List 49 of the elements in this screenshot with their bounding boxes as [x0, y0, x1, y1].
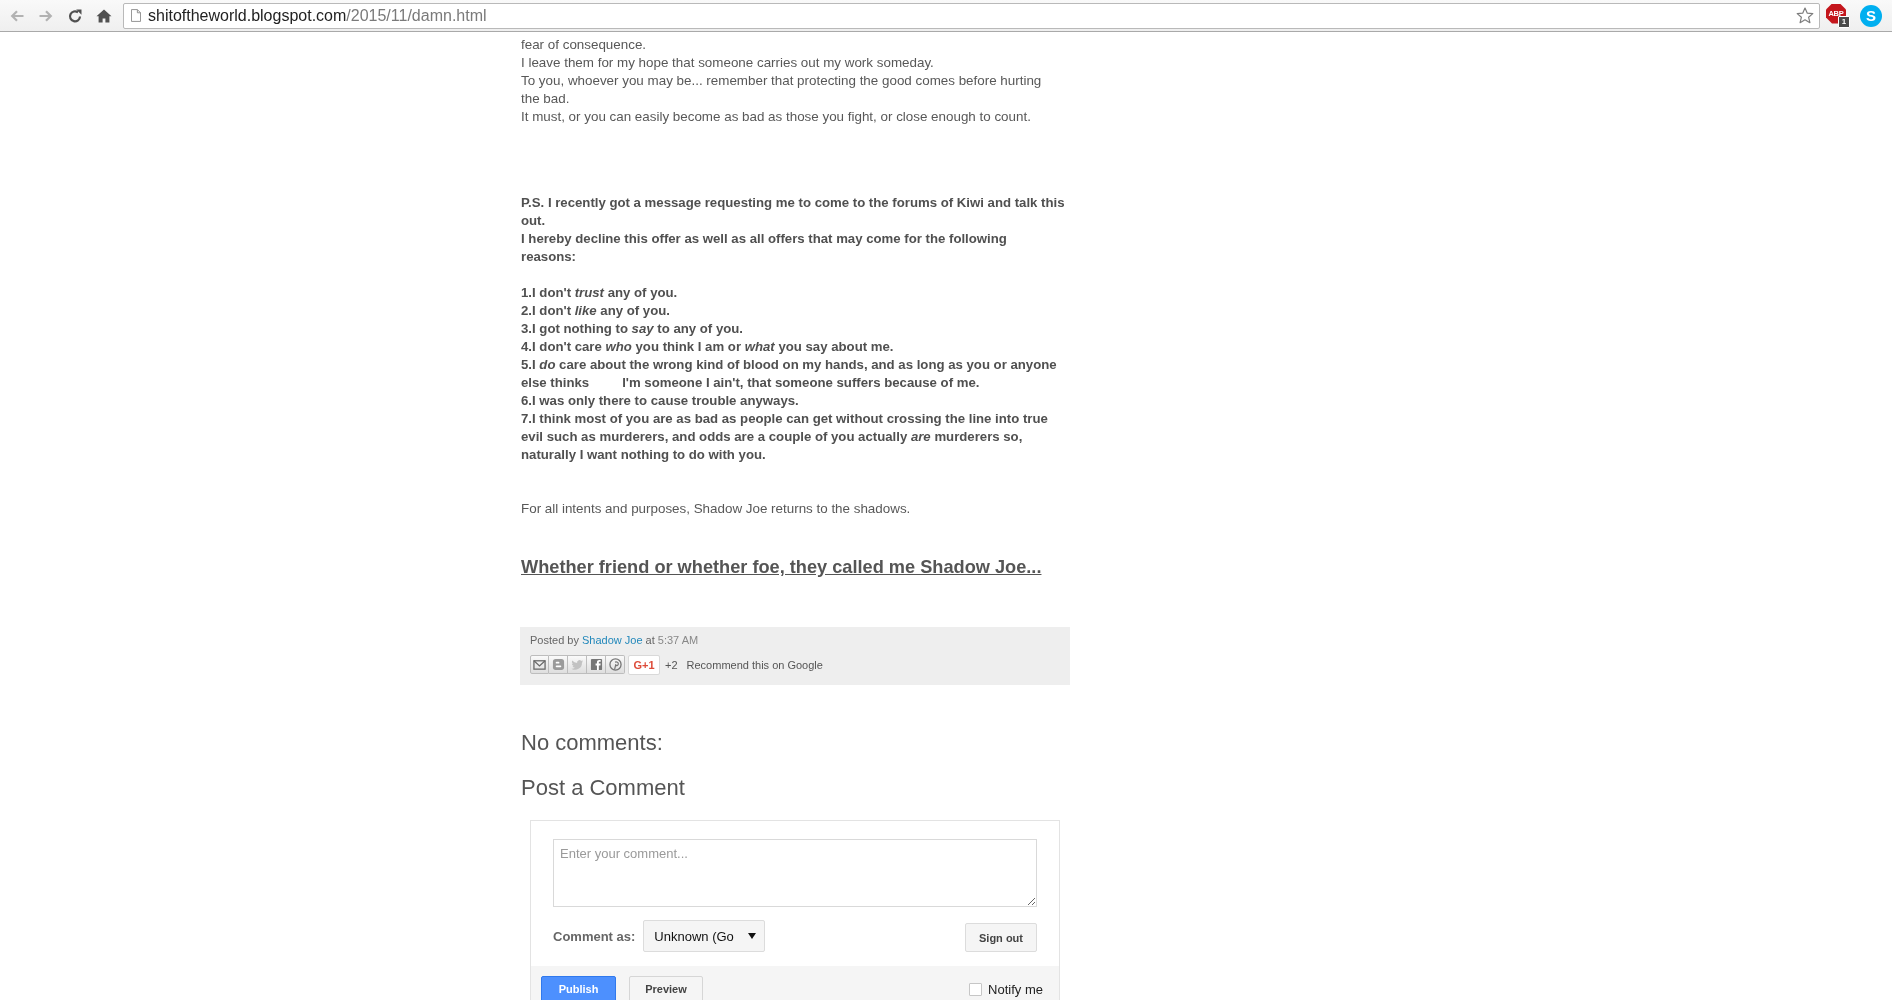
f-logo-icon: [589, 658, 603, 671]
plus-one-count: +2: [665, 657, 678, 672]
house-icon: [96, 8, 112, 23]
identity-dropdown[interactable]: Unknown (Go: [643, 920, 766, 952]
post-title-link[interactable]: Whether friend or whether foe, they called me Shadow Joe...: [521, 557, 1042, 577]
envelope-icon: [533, 658, 546, 671]
comment-field[interactable]: Enter your comment...: [553, 839, 1037, 907]
caret-icon: [748, 933, 757, 939]
notify-checkbox[interactable]: [969, 982, 983, 996]
post-paragraph: For all intents and purposes, Shadow Joe returns to the shadows.: [521, 500, 912, 518]
forward-arrow-icon: [39, 9, 53, 22]
plus-one-button[interactable]: G+1: [628, 654, 660, 675]
post-paragraph: 7.I think most of you are as bad as people can get without crossing the line into true evil such as murderers, and odds are a couple of you actually are murderers so, naturally I want nothing to do with you.: [521, 410, 1049, 464]
blog-logo-icon: [551, 658, 565, 671]
email-share-button[interactable]: [530, 655, 549, 674]
url-text: shitoftheworld.blogspot.com/2015/11/damn.html: [148, 6, 487, 25]
post-byline: Posted by Shadow Joe at 5:37 AM: [530, 633, 699, 647]
post-paragraph: 5.I do care about the wrong kind of blood on my hands, and as long as you or anyone else thinks I'm someone I ain't, that someone suffers because of me.: [521, 356, 1058, 392]
post-comment-heading: Post a Comment: [521, 775, 685, 801]
post-paragraph: I leave them for my hope that someone carries out my work someday.: [521, 54, 935, 72]
square-share-button[interactable]: [587, 655, 606, 674]
author-link[interactable]: Shadow Joe: [582, 634, 643, 646]
post-paragraph: fear of consequence.: [521, 36, 648, 54]
comment-as-label: Comment as:: [553, 928, 636, 944]
post-paragraph: It must, or you can easily become as bad as those you fight, or close enough to count.: [521, 108, 1032, 126]
page-icon: [131, 9, 141, 22]
pin-share-button[interactable]: [606, 655, 625, 674]
post-paragraph: 6.I was only there to cause trouble anyways.: [521, 392, 800, 410]
pin-logo-icon: [608, 658, 622, 671]
post-paragraph: 4.I don't care who you think I am or what you say about me.: [521, 338, 895, 356]
post-paragraph: I hereby decline this offer as well as all offers that may come for the following reasons:: [521, 230, 1008, 266]
post-paragraph: 3.I got nothing to say to any of you.: [521, 320, 744, 338]
recommend-text: Recommend this on Google: [686, 657, 823, 672]
blog-share-button[interactable]: [549, 655, 568, 674]
star-icon: [1796, 7, 1814, 24]
extension-badge: 1: [1838, 15, 1850, 28]
post-paragraph: 1.I don't trust any of you.: [521, 284, 679, 302]
address-bar[interactable]: shitoftheworld.blogspot.com/2015/11/damn.html: [123, 2, 1820, 29]
bookmark-button[interactable]: [1796, 7, 1814, 24]
preview-button[interactable]: Preview: [629, 976, 703, 1000]
back-arrow-icon: [10, 9, 24, 22]
sign-out-button[interactable]: Sign out: [965, 923, 1037, 952]
notify-label: Notify me: [988, 981, 1043, 997]
comments-heading: No comments:: [521, 730, 663, 756]
post-paragraph: To you, whoever you may be... remember that protecting the good comes before hurting the bad.: [521, 72, 1043, 108]
post-paragraph: 2.I don't like any of you.: [521, 302, 671, 320]
bird-icon: [570, 658, 584, 671]
post-paragraph: P.S. I recently got a message requesting me to come to the forums of Kiwi and talk this out.: [521, 194, 1066, 230]
reload-icon: [68, 8, 82, 23]
